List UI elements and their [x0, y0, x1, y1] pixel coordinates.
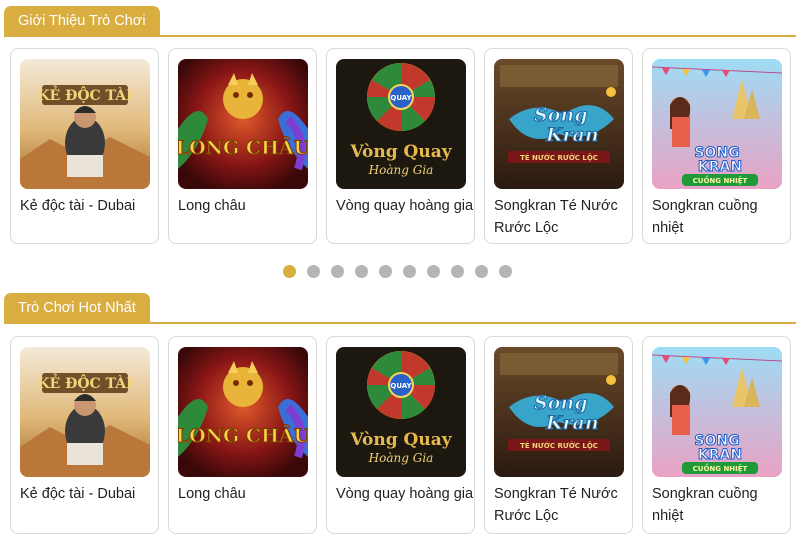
svg-text:Hoàng Gia: Hoàng Gia	[368, 163, 434, 177]
ke-doc-tai-art: KẺ ĐỘC TÀI	[20, 59, 150, 189]
section-heading: Giới Thiệu Trò Chơi	[4, 6, 160, 36]
carousel-pagination	[0, 265, 800, 279]
game-thumbnail[interactable]: QUAY Vòng Quay Hoàng Gia	[336, 347, 466, 477]
svg-text:Song: Song	[534, 392, 588, 414]
game-thumbnail[interactable]: SONG KRAN CUỒNG NHIỆT	[652, 347, 782, 477]
section-header: Giới Thiệu Trò Chơi	[0, 0, 800, 37]
game-thumbnail[interactable]: LONG CHÂU	[178, 347, 308, 477]
game-card-vong-quay-hoang-gia[interactable]: QUAY Vòng Quay Hoàng Gia Vòng quay hoàng…	[326, 336, 475, 534]
game-title[interactable]: Kẻ độc tài - Dubai	[20, 483, 158, 505]
game-card-ke-doc-tai[interactable]: KẺ ĐỘC TÀI Kẻ độc tài - Dubai	[10, 336, 159, 534]
svg-text:LONG CHÂU: LONG CHÂU	[178, 424, 308, 447]
carousel-dot[interactable]	[427, 265, 440, 278]
game-thumbnail[interactable]: Song Kran TÉ NƯỚC RƯỚC LỘC	[494, 347, 624, 477]
section-heading: Trò Chơi Hot Nhất	[4, 293, 150, 323]
game-title[interactable]: Kẻ độc tài - Dubai	[20, 195, 158, 217]
game-title[interactable]: Songkran Té Nước Rước Lộc	[494, 195, 632, 239]
game-card-long-chau[interactable]: LONG CHÂU Long châu	[168, 336, 317, 534]
svg-text:KRAN: KRAN	[698, 159, 742, 175]
svg-text:KRAN: KRAN	[698, 447, 742, 463]
vong-quay-art: QUAY Vòng Quay Hoàng Gia	[336, 59, 466, 189]
section-divider	[4, 35, 796, 37]
game-card-long-chau[interactable]: LONG CHÂU Long châu	[168, 48, 317, 244]
carousel-dot[interactable]	[355, 265, 368, 278]
game-thumbnail[interactable]: KẺ ĐỘC TÀI	[20, 347, 150, 477]
carousel-dot[interactable]	[403, 265, 416, 278]
section-header: Trò Chơi Hot Nhất	[0, 290, 800, 326]
svg-text:LONG CHÂU: LONG CHÂU	[178, 136, 308, 159]
carousel-dot[interactable]	[499, 265, 512, 278]
svg-text:Kran: Kran	[545, 412, 599, 434]
svg-text:CUỒNG NHIỆT: CUỒNG NHIỆT	[693, 175, 748, 185]
carousel-dot[interactable]	[379, 265, 392, 278]
game-thumbnail[interactable]: KẺ ĐỘC TÀI	[20, 59, 150, 189]
vong-quay-art: QUAY Vòng Quay Hoàng Gia	[336, 347, 466, 477]
svg-text:Kran: Kran	[545, 124, 599, 146]
svg-text:Vòng Quay: Vòng Quay	[349, 430, 452, 450]
game-intro-section: Giới Thiệu Trò Chơi KẺ ĐỘC TÀI Kẻ độc tà…	[0, 0, 800, 278]
game-thumbnail[interactable]: Song Kran TÉ NƯỚC RƯỚC LỘC	[494, 59, 624, 189]
game-card-songkran-te-nuoc[interactable]: Song Kran TÉ NƯỚC RƯỚC LỘC Songkran Té N…	[484, 48, 633, 244]
game-title[interactable]: Vòng quay hoàng gia	[336, 483, 474, 505]
game-card-list: KẺ ĐỘC TÀI Kẻ độc tài - Dubai LONG CHÂU	[0, 48, 800, 244]
songkran-cuong-nhiet-art: SONG KRAN CUỒNG NHIỆT	[652, 347, 782, 477]
game-title[interactable]: Long châu	[178, 483, 316, 505]
hot-games-section: Trò Chơi Hot Nhất KẺ ĐỘC TÀI Kẻ độc tài …	[0, 290, 800, 534]
svg-text:QUAY: QUAY	[390, 382, 412, 390]
game-title[interactable]: Songkran cuồng nhiệt	[652, 483, 790, 527]
game-thumbnail[interactable]: LONG CHÂU	[178, 59, 308, 189]
game-title[interactable]: Songkran cuồng nhiệt	[652, 195, 790, 239]
long-chau-art: LONG CHÂU	[178, 59, 308, 189]
long-chau-art: LONG CHÂU	[178, 347, 308, 477]
songkran-te-nuoc-art: Song Kran TÉ NƯỚC RƯỚC LỘC	[494, 59, 624, 189]
svg-text:TÉ NƯỚC RƯỚC LỘC: TÉ NƯỚC RƯỚC LỘC	[520, 153, 598, 162]
game-thumbnail[interactable]: SONG KRAN CUỒNG NHIỆT	[652, 59, 782, 189]
carousel-dot[interactable]	[475, 265, 488, 278]
carousel-dot[interactable]	[307, 265, 320, 278]
svg-text:QUAY: QUAY	[390, 94, 412, 102]
game-card-vong-quay-hoang-gia[interactable]: QUAY Vòng Quay Hoàng Gia Vòng quay hoàng…	[326, 48, 475, 244]
game-card-ke-doc-tai[interactable]: KẺ ĐỘC TÀI Kẻ độc tài - Dubai	[10, 48, 159, 244]
section-divider	[4, 322, 796, 324]
songkran-cuong-nhiet-art: SONG KRAN CUỒNG NHIỆT	[652, 59, 782, 189]
svg-text:Hoàng Gia: Hoàng Gia	[368, 451, 434, 465]
game-card-list: KẺ ĐỘC TÀI Kẻ độc tài - Dubai LONG CHÂU	[0, 336, 800, 534]
ke-doc-tai-art: KẺ ĐỘC TÀI	[20, 347, 150, 477]
carousel-dot[interactable]	[451, 265, 464, 278]
game-thumbnail[interactable]: QUAY Vòng Quay Hoàng Gia	[336, 59, 466, 189]
svg-text:Vòng Quay: Vòng Quay	[349, 142, 452, 162]
carousel-dot[interactable]	[331, 265, 344, 278]
svg-text:TÉ NƯỚC RƯỚC LỘC: TÉ NƯỚC RƯỚC LỘC	[520, 441, 598, 450]
game-card-songkran-te-nuoc[interactable]: Song Kran TÉ NƯỚC RƯỚC LỘC Songkran Té N…	[484, 336, 633, 534]
game-title[interactable]: Vòng quay hoàng gia	[336, 195, 474, 217]
game-card-songkran-cuong-nhiet[interactable]: SONG KRAN CUỒNG NHIỆT Songkran cuồng nhi…	[642, 336, 791, 534]
svg-text:Song: Song	[534, 104, 588, 126]
game-title[interactable]: Songkran Té Nước Rước Lộc	[494, 483, 632, 527]
game-title[interactable]: Long châu	[178, 195, 316, 217]
carousel-dot-active[interactable]	[283, 265, 296, 278]
svg-text:CUỒNG NHIỆT: CUỒNG NHIỆT	[693, 463, 748, 473]
songkran-te-nuoc-art: Song Kran TÉ NƯỚC RƯỚC LỘC	[494, 347, 624, 477]
game-card-songkran-cuong-nhiet[interactable]: SONG KRAN CUỒNG NHIỆT Songkran cuồng nhi…	[642, 48, 791, 244]
